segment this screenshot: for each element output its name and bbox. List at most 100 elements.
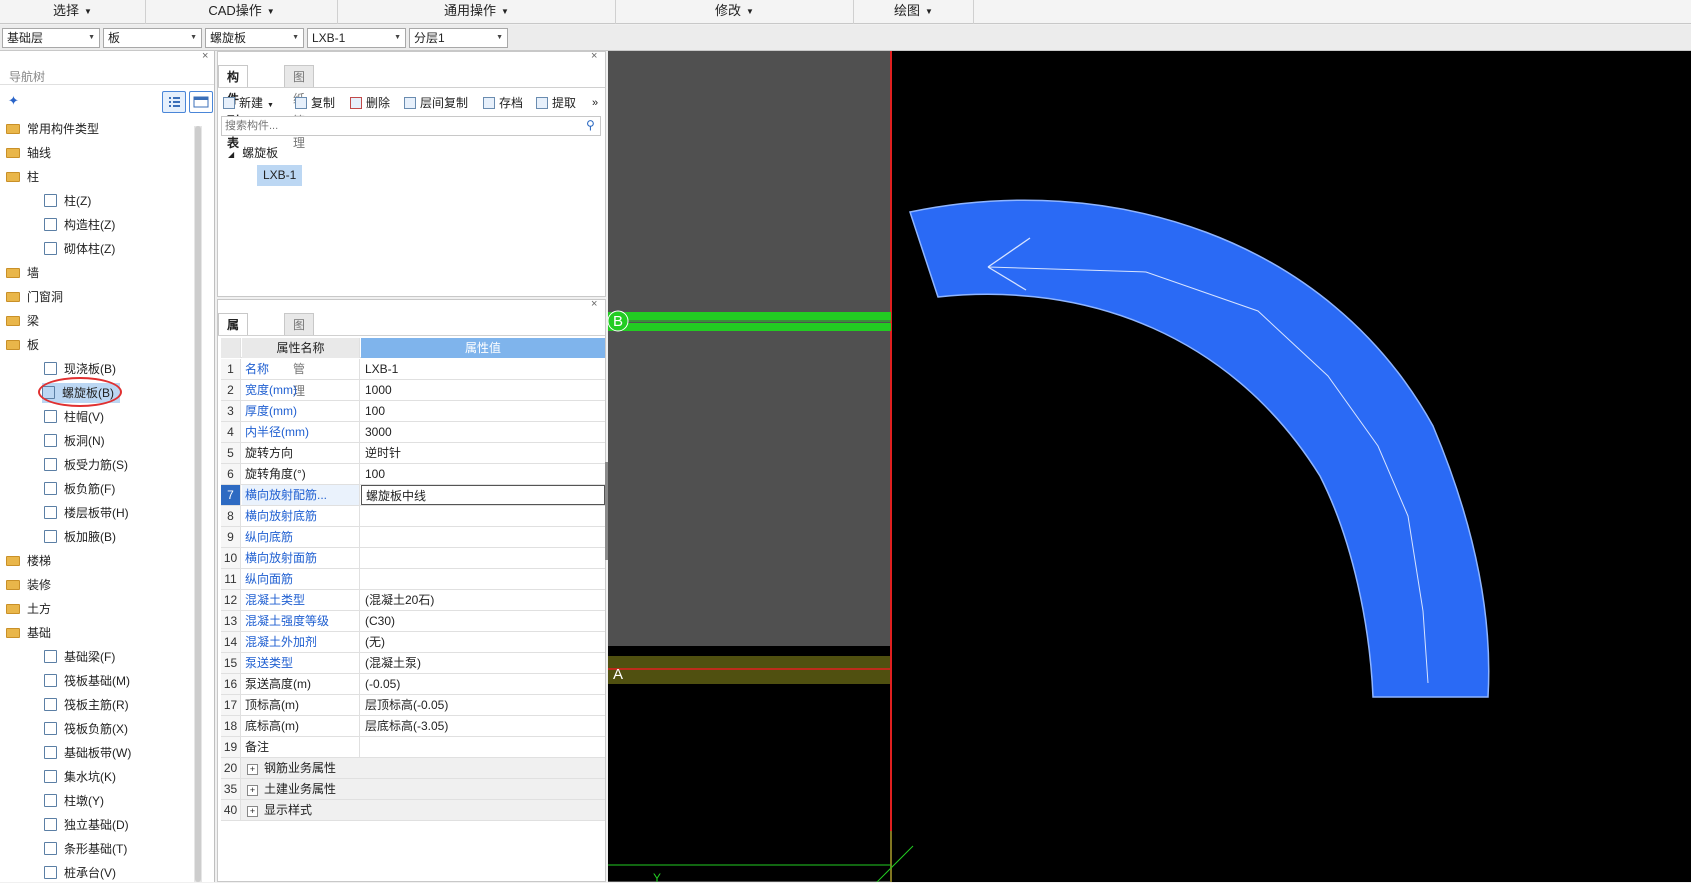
nav-item-spiral-slab[interactable]: 螺旋板(B): [38, 377, 122, 407]
property-value[interactable]: (C30): [361, 611, 605, 631]
expand-icon[interactable]: +: [247, 785, 258, 796]
property-value[interactable]: 100: [361, 401, 605, 421]
property-value[interactable]: 1000: [361, 380, 605, 400]
close-icon[interactable]: ×: [202, 50, 208, 62]
nav-item-slab-stress-rebar[interactable]: 板受力筋(S): [44, 455, 128, 475]
nav-item-slab-haunch[interactable]: 板加腋(B): [44, 527, 116, 547]
nav-item-constructional-column[interactable]: 构造柱(Z): [44, 215, 115, 235]
property-value[interactable]: [361, 527, 605, 547]
nav-item-door-window-opening[interactable]: 门窗洞: [6, 287, 63, 307]
tree-node-lxb-1[interactable]: LXB-1: [257, 165, 303, 186]
new-button[interactable]: 新建 ▼: [223, 93, 274, 113]
nav-item-axis[interactable]: 轴线: [6, 143, 51, 163]
expand-icon[interactable]: +: [247, 764, 258, 775]
cad-canvas[interactable]: B A Y: [608, 51, 1691, 882]
property-group-row[interactable]: 35 + 土建业务属性: [221, 779, 605, 800]
more-tools-button[interactable]: »: [592, 93, 598, 113]
nav-item-cast-in-place-slab[interactable]: 现浇板(B): [44, 359, 116, 379]
property-row[interactable]: 19 备注: [221, 737, 605, 758]
property-value[interactable]: (混凝土20石): [361, 590, 605, 610]
nav-item-decoration[interactable]: 装修: [6, 575, 51, 595]
grid-view-icon[interactable]: [189, 91, 213, 113]
property-row[interactable]: 14 混凝土外加剂 (无): [221, 632, 605, 653]
collapse-icon[interactable]: ◢: [228, 150, 234, 159]
nav-item-slab[interactable]: 板: [6, 335, 39, 355]
property-value[interactable]: [361, 569, 605, 589]
property-value[interactable]: 3000: [361, 422, 605, 442]
property-value[interactable]: LXB-1: [361, 359, 605, 379]
property-value[interactable]: 层顶标高(-0.05): [361, 695, 605, 715]
property-value[interactable]: 逆时针: [361, 443, 605, 463]
nav-item-common-component-types[interactable]: 常用构件类型: [6, 119, 99, 139]
tab-layer-management[interactable]: 图层管理: [284, 313, 315, 398]
copy-between-floors-button[interactable]: 层间复制: [404, 93, 468, 113]
property-value[interactable]: 层底标高(-3.05): [361, 716, 605, 736]
menu-draw[interactable]: 绘图 ▼: [854, 0, 974, 24]
nav-item-sump-pit[interactable]: 集水坑(K): [44, 767, 116, 787]
property-row[interactable]: 6 旋转角度(°) 100: [221, 464, 605, 485]
nav-item-slab-opening[interactable]: 板洞(N): [44, 431, 105, 451]
nav-item-stairs[interactable]: 楼梯: [6, 551, 51, 571]
menu-select[interactable]: 选择 ▼: [0, 0, 146, 24]
property-row[interactable]: 9 纵向底筋: [221, 527, 605, 548]
nav-scrollbar[interactable]: [194, 126, 202, 882]
property-row[interactable]: 3 厚度(mm) 100: [221, 401, 605, 422]
menu-cad-operations[interactable]: CAD操作 ▼: [146, 0, 338, 24]
property-value[interactable]: [361, 737, 605, 757]
property-value[interactable]: (混凝土泵): [361, 653, 605, 673]
property-row[interactable]: 18 底标高(m) 层底标高(-3.05): [221, 716, 605, 737]
nav-item-strip-foundation[interactable]: 条形基础(T): [44, 839, 127, 859]
property-value[interactable]: 螺旋板中线: [361, 485, 605, 505]
nav-item-slab-negative-rebar[interactable]: 板负筋(F): [44, 479, 115, 499]
nav-item-column-cap[interactable]: 柱帽(V): [44, 407, 104, 427]
tab-property-list[interactable]: 属性列表: [218, 313, 249, 398]
save-archive-button[interactable]: 存档: [483, 93, 523, 113]
property-row[interactable]: 8 横向放射底筋: [221, 506, 605, 527]
tab-drawing-management[interactable]: 图纸管理: [284, 65, 315, 150]
component-select[interactable]: LXB-1 ▼: [307, 28, 406, 48]
property-row[interactable]: 10 横向放射面筋: [221, 548, 605, 569]
nav-item-foundation-beam[interactable]: 基础梁(F): [44, 647, 115, 667]
tree-node-spiral-slab[interactable]: ◢ 螺旋板: [228, 143, 278, 163]
property-row[interactable]: 5 旋转方向 逆时针: [221, 443, 605, 464]
nav-item-foundation-slab-band[interactable]: 基础板带(W): [44, 743, 131, 763]
nav-item-isolated-foundation[interactable]: 独立基础(D): [44, 815, 129, 835]
nav-item-column[interactable]: 柱: [6, 167, 39, 187]
nav-item-masonry-column[interactable]: 砌体柱(Z): [44, 239, 115, 259]
property-group-row[interactable]: 20 + 钢筋业务属性: [221, 758, 605, 779]
property-value[interactable]: (无): [361, 632, 605, 652]
layer-select[interactable]: 分层1 ▼: [409, 28, 508, 48]
expand-icon[interactable]: +: [247, 806, 258, 817]
property-value[interactable]: (-0.05): [361, 674, 605, 694]
property-row[interactable]: 4 内半径(mm) 3000: [221, 422, 605, 443]
property-row[interactable]: 13 混凝土强度等级 (C30): [221, 611, 605, 632]
category-select[interactable]: 板 ▼: [103, 28, 202, 48]
property-row[interactable]: 12 混凝土类型 (混凝土20石): [221, 590, 605, 611]
nav-item-raft-main-rebar[interactable]: 筏板主筋(R): [44, 695, 129, 715]
search-input[interactable]: [221, 116, 601, 136]
nav-item-column-pier[interactable]: 柱墩(Y): [44, 791, 104, 811]
property-row[interactable]: 15 泵送类型 (混凝土泵): [221, 653, 605, 674]
close-icon[interactable]: ×: [591, 50, 597, 62]
menu-general-operations[interactable]: 通用操作 ▼: [338, 0, 616, 24]
property-row[interactable]: 11 纵向面筋: [221, 569, 605, 590]
copy-button[interactable]: 复制: [295, 93, 335, 113]
property-value[interactable]: [361, 548, 605, 568]
property-group-row[interactable]: 40 + 显示样式: [221, 800, 605, 821]
property-row[interactable]: 16 泵送高度(m) (-0.05): [221, 674, 605, 695]
nav-item-beam[interactable]: 梁: [6, 311, 39, 331]
nav-item-raft-negative-rebar[interactable]: 筏板负筋(X): [44, 719, 128, 739]
type-select[interactable]: 螺旋板 ▼: [205, 28, 304, 48]
nav-item-wall[interactable]: 墙: [6, 263, 39, 283]
nav-item-raft-foundation[interactable]: 筏板基础(M): [44, 671, 130, 691]
nav-item-earthwork[interactable]: 土方: [6, 599, 51, 619]
property-row[interactable]: 2 宽度(mm) 1000: [221, 380, 605, 401]
tab-component-list[interactable]: 构件列表: [218, 65, 249, 150]
nav-item-pile-cap[interactable]: 桩承台(V): [44, 863, 116, 883]
delete-button[interactable]: 删除: [350, 93, 390, 113]
property-row[interactable]: 17 顶标高(m) 层顶标高(-0.05): [221, 695, 605, 716]
extract-button[interactable]: 提取: [536, 93, 576, 113]
search-icon[interactable]: ⚲: [586, 118, 595, 132]
close-icon[interactable]: ×: [591, 298, 597, 310]
nav-item-foundation[interactable]: 基础: [6, 623, 51, 643]
